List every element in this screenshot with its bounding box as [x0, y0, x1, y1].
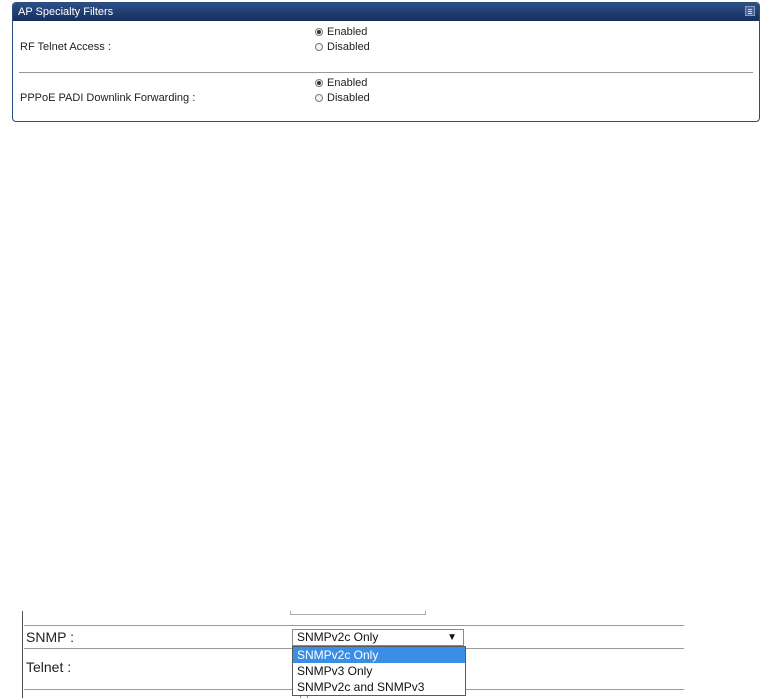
page: AP Specialty Filters RF Telnet Access : …: [0, 0, 762, 698]
snmp-option-v2c-only[interactable]: SNMPv2c Only: [293, 647, 465, 663]
radio-label: Enabled: [327, 76, 368, 89]
radio-label: Disabled: [327, 40, 370, 53]
snmp-dropdown-list: SNMPv2c Only SNMPv3 Only SNMPv2c and SNM…: [292, 646, 466, 696]
rf-telnet-access-disabled-option[interactable]: Disabled: [315, 39, 370, 54]
panel-header: AP Specialty Filters: [13, 3, 759, 21]
pppoe-padi-label: PPPoE PADI Downlink Forwarding :: [20, 92, 196, 104]
dropdown-arrow-icon[interactable]: ▼: [447, 630, 457, 645]
partial-input-field[interactable]: [290, 611, 426, 615]
pppoe-padi-disabled-option[interactable]: Disabled: [315, 90, 370, 105]
rf-telnet-access-enabled-option[interactable]: Enabled: [315, 24, 370, 39]
pppoe-padi-enabled-option[interactable]: Enabled: [315, 75, 370, 90]
radio-unchecked-icon[interactable]: [315, 42, 323, 51]
row-divider: [24, 625, 684, 626]
rf-telnet-access-row: RF Telnet Access : Enabled Disabled: [13, 24, 759, 60]
collapse-icon[interactable]: [745, 6, 755, 16]
panel-title: AP Specialty Filters: [18, 6, 114, 18]
radio-checked-icon[interactable]: [315, 27, 323, 36]
ap-specialty-filters-panel: AP Specialty Filters RF Telnet Access : …: [12, 2, 760, 122]
row-divider: [19, 72, 753, 73]
pppoe-padi-radio-group: Enabled Disabled: [315, 75, 370, 105]
snmp-option-v3-only[interactable]: SNMPv3 Only: [293, 663, 465, 679]
radio-label: Enabled: [327, 25, 368, 38]
rf-telnet-access-radio-group: Enabled Disabled: [315, 24, 370, 54]
rf-telnet-access-label: RF Telnet Access :: [20, 41, 111, 53]
snmp-label: SNMP :: [26, 629, 74, 645]
pppoe-padi-row: PPPoE PADI Downlink Forwarding : Enabled…: [13, 75, 759, 111]
radio-checked-icon[interactable]: [315, 78, 323, 87]
radio-unchecked-icon[interactable]: [315, 93, 323, 102]
radio-label: Disabled: [327, 91, 370, 104]
snmp-select-value: SNMPv2c Only: [297, 630, 379, 644]
snmp-option-v2c-and-v3[interactable]: SNMPv2c and SNMPv3: [293, 679, 465, 695]
telnet-label: Telnet :: [26, 659, 72, 675]
snmp-select[interactable]: SNMPv2c Only ▼: [292, 629, 464, 646]
section-left-border: [22, 611, 23, 698]
snmp-telnet-section: SNMP : SNMPv2c Only ▼ Telnet : SNMPv2c O…: [16, 611, 696, 698]
